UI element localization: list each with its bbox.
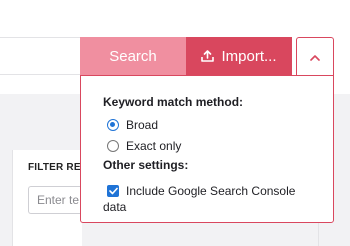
gsc-checkbox-row[interactable]: Include Google Search Console — [107, 184, 295, 198]
upload-icon — [201, 50, 215, 62]
match-method-heading: Keyword match method: — [103, 95, 244, 109]
checkmark-icon — [108, 187, 118, 195]
search-button-label: Search — [109, 47, 157, 65]
options-toggle-button[interactable] — [296, 37, 334, 75]
import-button-label: Import... — [221, 47, 277, 65]
radio-broad[interactable]: Broad — [107, 118, 158, 132]
filter-results-heading: FILTER RES — [28, 162, 88, 173]
radio-broad-label: Broad — [126, 118, 159, 132]
radio-button[interactable] — [107, 140, 119, 152]
other-settings-heading: Other settings: — [103, 158, 189, 172]
import-button[interactable]: Import... — [186, 37, 292, 75]
filter-input[interactable] — [28, 186, 82, 214]
search-button[interactable]: Search — [80, 37, 186, 75]
search-options-dropdown: Keyword match method: Broad Exact only O… — [80, 75, 334, 223]
keyword-input[interactable] — [0, 37, 80, 75]
radio-button[interactable] — [107, 119, 119, 131]
gsc-label-line1: Include Google Search Console — [126, 184, 296, 198]
chevron-up-icon — [310, 48, 320, 66]
gsc-label-line2: data — [103, 200, 127, 214]
radio-exact-only-label: Exact only — [126, 139, 182, 153]
radio-exact-only[interactable]: Exact only — [107, 139, 181, 153]
gsc-checkbox[interactable] — [107, 185, 119, 197]
